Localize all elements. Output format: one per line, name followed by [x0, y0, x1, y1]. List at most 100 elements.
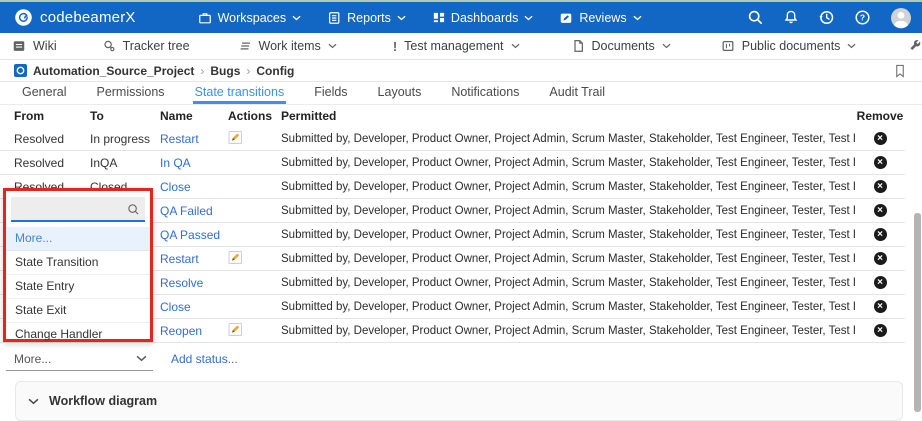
- workspaces-icon: [198, 11, 212, 25]
- config-tabs: General Permissions State transitions Fi…: [0, 82, 922, 105]
- menu-reviews[interactable]: Reviews: [559, 11, 641, 25]
- help-icon[interactable]: ?: [854, 9, 871, 26]
- col-header-name: Name: [160, 109, 228, 123]
- more-select-value: More...: [14, 352, 51, 366]
- remove-button[interactable]: ×: [874, 204, 887, 217]
- transition-name-link[interactable]: QA Failed: [160, 204, 213, 218]
- menu-label: Reviews: [579, 11, 626, 25]
- search-icon[interactable]: [747, 9, 764, 26]
- tracker-tree-icon: [102, 39, 116, 53]
- col-header-from: From: [14, 109, 90, 123]
- remove-button[interactable]: ×: [874, 156, 887, 169]
- dropdown-item-state-entry[interactable]: State Entry: [6, 275, 150, 299]
- dropdown-item-state-transition[interactable]: State Transition: [6, 251, 150, 275]
- search-icon: [127, 203, 140, 216]
- tab-fields[interactable]: Fields: [312, 82, 349, 104]
- permitted-cell: Submitted by, Developer, Product Owner, …: [281, 157, 855, 169]
- secondary-toolbar: Wiki Tracker tree Work items ! Test mana…: [0, 33, 922, 60]
- transition-name-link[interactable]: Close: [160, 180, 191, 194]
- col-header-actions: Actions: [228, 109, 281, 123]
- edit-action-icon[interactable]: [228, 130, 243, 145]
- breadcrumb-separator: ›: [246, 64, 250, 78]
- breadcrumb-config[interactable]: Config: [256, 64, 294, 78]
- menu-dashboards[interactable]: Dashboards: [432, 11, 533, 25]
- public-documents-icon: [721, 39, 735, 53]
- chevron-down-icon: [292, 15, 301, 21]
- tab-state-transitions[interactable]: State transitions: [193, 82, 287, 104]
- table-row: Resolved In progress Restart Submitted b…: [0, 127, 905, 151]
- remove-button[interactable]: ×: [874, 276, 887, 289]
- toolbar-item-test-management[interactable]: ! Test management: [393, 39, 520, 54]
- transition-name-link[interactable]: Close: [160, 300, 191, 314]
- chevron-down-icon: [633, 15, 642, 21]
- transition-name-link[interactable]: QA Passed: [160, 228, 220, 242]
- dropdown-item-more[interactable]: More...: [6, 227, 150, 251]
- top-navbar: codebeamerX Workspaces Reports Dashboard…: [0, 2, 922, 33]
- remove-button[interactable]: ×: [874, 180, 887, 193]
- chevron-down-icon: [28, 398, 39, 405]
- project-icon: [14, 64, 27, 77]
- dropdown-search-input[interactable]: [11, 197, 145, 222]
- col-header-permitted: Permitted: [281, 109, 855, 123]
- tab-permissions[interactable]: Permissions: [94, 82, 166, 104]
- breadcrumb-bugs[interactable]: Bugs: [210, 64, 240, 78]
- add-status-link[interactable]: Add status...: [171, 352, 238, 366]
- menu-reports[interactable]: Reports: [327, 11, 406, 25]
- remove-button[interactable]: ×: [874, 228, 887, 241]
- transition-name-link[interactable]: Restart: [160, 132, 199, 146]
- documents-icon: [572, 39, 585, 53]
- toolbar-item-tools[interactable]: Tools: [908, 39, 922, 53]
- avatar[interactable]: [890, 7, 912, 29]
- chevron-down-icon: [662, 43, 671, 49]
- toolbar-label: Tracker tree: [123, 39, 190, 53]
- transition-name-link[interactable]: Resolve: [160, 276, 203, 290]
- menu-label: Workspaces: [218, 11, 287, 25]
- transition-name-link[interactable]: In QA: [160, 156, 191, 170]
- bookmark-icon[interactable]: [894, 64, 922, 78]
- reviews-icon: [559, 11, 573, 25]
- tab-general[interactable]: General: [20, 82, 68, 104]
- transition-name-link[interactable]: Reopen: [160, 324, 202, 338]
- edit-action-icon[interactable]: [228, 250, 243, 265]
- remove-button[interactable]: ×: [874, 132, 887, 145]
- wiki-icon: [12, 39, 26, 53]
- test-management-icon: !: [393, 39, 397, 54]
- toolbar-item-tracker-tree[interactable]: Tracker tree: [102, 39, 190, 53]
- chevron-down-icon: [511, 43, 520, 49]
- more-select[interactable]: More...: [6, 347, 153, 371]
- to-cell: In progress: [90, 132, 160, 146]
- dropdown-item-state-exit[interactable]: State Exit: [6, 299, 150, 323]
- dropdown-list: More... State Transition State Entry Sta…: [6, 227, 150, 346]
- toolbar-item-public-documents[interactable]: Public documents: [721, 39, 857, 53]
- toolbar-item-work-items[interactable]: Work items: [238, 39, 337, 53]
- breadcrumb-project[interactable]: Automation_Source_Project: [33, 64, 194, 78]
- navbar-right: ?: [747, 7, 922, 29]
- tab-layouts[interactable]: Layouts: [376, 82, 424, 104]
- history-icon[interactable]: [818, 9, 835, 26]
- remove-button[interactable]: ×: [874, 324, 887, 337]
- edit-action-icon[interactable]: [228, 322, 243, 337]
- table-footer: More... Add status...: [0, 347, 922, 371]
- toolbar-label: Test management: [404, 39, 503, 53]
- menu-workspaces[interactable]: Workspaces: [198, 11, 302, 25]
- tab-notifications[interactable]: Notifications: [449, 82, 521, 104]
- dropdown-item-change-handler[interactable]: Change Handler: [6, 323, 150, 346]
- chevron-down-icon: [524, 15, 533, 21]
- vertical-scrollbar[interactable]: [914, 213, 921, 412]
- toolbar-label: Wiki: [33, 39, 57, 53]
- toolbar-item-wiki[interactable]: Wiki: [12, 39, 57, 53]
- permitted-cell: Submitted by, Developer, Product Owner, …: [281, 253, 855, 265]
- notifications-icon[interactable]: [783, 9, 799, 26]
- toolbar-item-documents[interactable]: Documents: [572, 39, 671, 53]
- table-row: Resolved InQA In QA Submitted by, Develo…: [0, 151, 905, 175]
- breadcrumb-separator: ›: [200, 64, 204, 78]
- chevron-down-icon: [328, 43, 337, 49]
- permitted-cell: Submitted by, Developer, Product Owner, …: [281, 325, 855, 337]
- remove-button[interactable]: ×: [874, 300, 887, 313]
- workflow-diagram-panel[interactable]: Workflow diagram: [15, 381, 903, 421]
- work-items-icon: [238, 39, 252, 53]
- transition-name-link[interactable]: Restart: [160, 252, 199, 266]
- tab-audit-trail[interactable]: Audit Trail: [547, 82, 607, 104]
- remove-button[interactable]: ×: [874, 252, 887, 265]
- brand[interactable]: codebeamerX: [0, 8, 136, 27]
